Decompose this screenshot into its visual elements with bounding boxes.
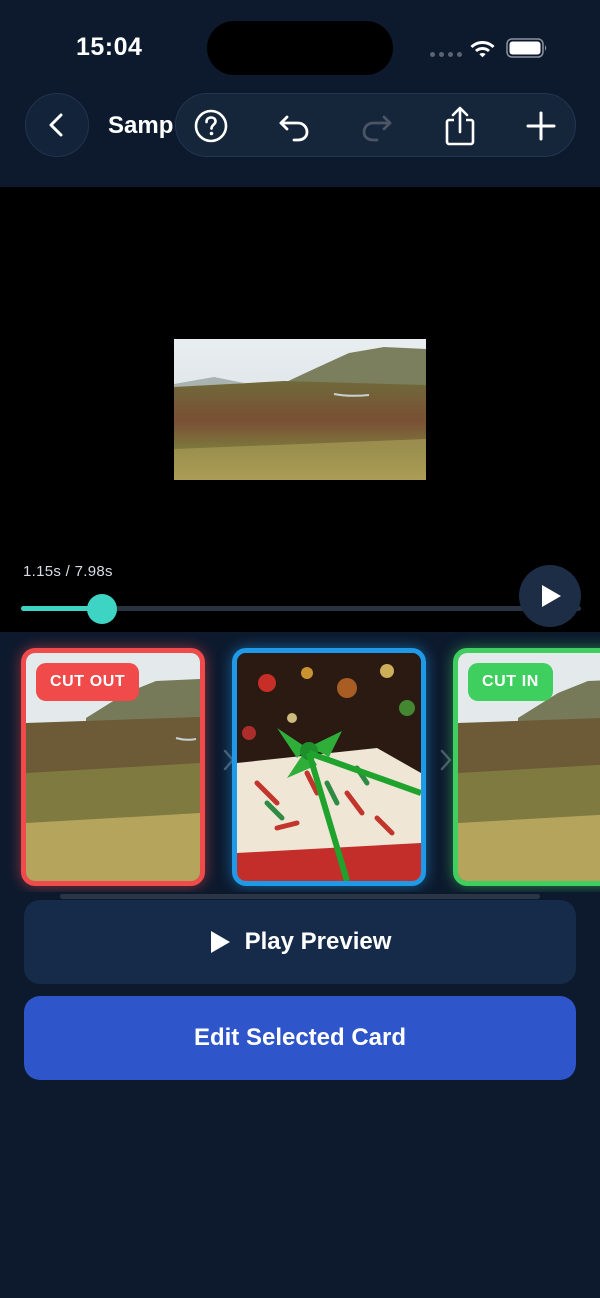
share-icon xyxy=(445,106,475,146)
clip-card[interactable]: CUT IN xyxy=(453,648,600,886)
clip-card-selected[interactable] xyxy=(232,648,426,886)
video-player: 1.15s / 7.98s xyxy=(0,187,600,632)
play-icon xyxy=(542,585,561,607)
toolbar: Samp xyxy=(0,90,600,186)
play-preview-button[interactable]: Play Preview xyxy=(24,900,576,984)
toolbar-actions xyxy=(175,93,576,157)
battery-icon xyxy=(506,38,547,58)
scrubber-handle[interactable] xyxy=(86,594,117,624)
card-thumbnail xyxy=(237,653,421,881)
playback-time: 1.15s / 7.98s xyxy=(23,563,113,580)
clip-cards-strip[interactable]: CUT OUT CUT IN xyxy=(0,632,600,892)
add-button[interactable] xyxy=(523,108,559,144)
clip-card[interactable]: CUT OUT xyxy=(21,648,205,886)
cellular-signal-icon xyxy=(430,52,462,57)
play-button[interactable] xyxy=(519,565,581,627)
help-button[interactable] xyxy=(193,108,229,144)
undo-button[interactable] xyxy=(276,108,312,144)
back-button[interactable] xyxy=(25,93,89,157)
status-bar: 15:04 xyxy=(0,0,600,90)
edit-selected-card-button[interactable]: Edit Selected Card xyxy=(24,996,576,1080)
play-preview-label: Play Preview xyxy=(244,928,392,955)
back-icon xyxy=(49,113,63,137)
status-time: 15:04 xyxy=(76,33,143,61)
cut-out-badge: CUT OUT xyxy=(36,663,140,701)
edit-selected-card-label: Edit Selected Card xyxy=(193,1024,407,1051)
cut-in-badge: CUT IN xyxy=(468,663,553,701)
redo-icon xyxy=(362,115,392,142)
wifi-icon xyxy=(470,41,495,58)
redo-button[interactable] xyxy=(359,108,395,144)
chevron-right-icon xyxy=(440,749,452,771)
help-icon xyxy=(194,109,228,143)
dynamic-island xyxy=(207,21,393,75)
undo-icon xyxy=(279,115,309,142)
video-preview-image xyxy=(174,339,426,480)
add-icon xyxy=(526,111,556,141)
play-icon xyxy=(210,931,230,953)
cards-scrollbar[interactable] xyxy=(60,894,540,899)
share-button[interactable] xyxy=(442,106,478,146)
